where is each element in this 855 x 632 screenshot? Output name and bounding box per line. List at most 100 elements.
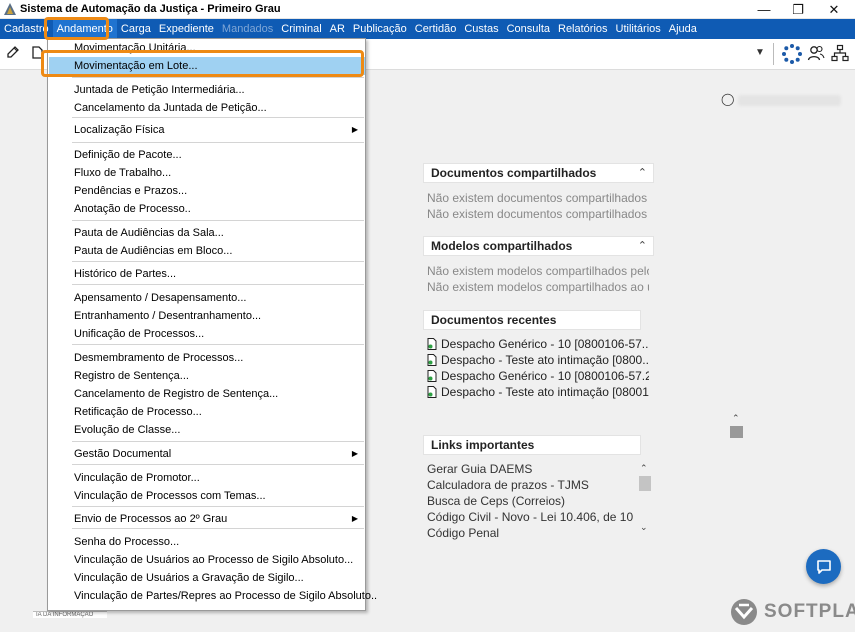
menu-item-label: Cancelamento de Registro de Sentença... bbox=[74, 388, 279, 400]
menu-separator bbox=[72, 528, 364, 529]
menu-item-pauta-de-audi-ncias-da-sala[interactable]: Pauta de Audiências da Sala... bbox=[49, 224, 365, 242]
recent-documents-header[interactable]: Documentos recentes bbox=[423, 310, 641, 330]
menu-item-expediente[interactable]: Expediente bbox=[155, 19, 218, 39]
menu-item-movimenta-o-em-lote[interactable]: Movimentação em Lote... bbox=[49, 57, 365, 75]
user-icon: ◯ bbox=[721, 92, 735, 106]
menu-item-localiza-o-f-sica[interactable]: Localização Física ▶ bbox=[49, 121, 365, 139]
menu-item-retifica-o-de-processo[interactable]: Retificação de Processo... bbox=[49, 403, 365, 421]
menu-item-vincula-o-de-promotor[interactable]: Vinculação de Promotor... bbox=[49, 469, 365, 487]
menu-item-anota-o-de-processo[interactable]: Anotação de Processo.. bbox=[49, 200, 365, 218]
menu-item-label: Movimentação em Lote... bbox=[74, 60, 198, 72]
maximize-icon[interactable]: ❐ bbox=[780, 0, 816, 19]
shared-model-item: Não existem modelos compartilhados ao u bbox=[427, 280, 649, 294]
menu-item-label: Senha do Processo... bbox=[74, 536, 180, 548]
menu-item-cadastro[interactable]: Cadastro bbox=[0, 19, 53, 39]
scroll-up-icon[interactable]: ⌃ bbox=[640, 463, 648, 474]
menu-item-custas[interactable]: Custas bbox=[460, 19, 502, 39]
menu-item-label: Juntada de Petição Intermediária... bbox=[74, 84, 245, 96]
users-icon[interactable] bbox=[807, 44, 825, 62]
menu-item-hist-rico-de-partes[interactable]: Histórico de Partes... bbox=[49, 265, 365, 283]
menu-item-entranhamento-desentranhamento[interactable]: Entranhamento / Desentranhamento... bbox=[49, 307, 365, 325]
menu-item-certid-o[interactable]: Certidão bbox=[411, 19, 461, 39]
menu-item-pauta-de-audi-ncias-em-bloco[interactable]: Pauta de Audiências em Bloco... bbox=[49, 242, 365, 260]
minimize-icon[interactable]: — bbox=[746, 0, 782, 19]
shared-documents-header[interactable]: Documentos compartilhados ⌃ bbox=[423, 163, 654, 183]
recent-document-item[interactable]: Despacho Genérico - 10 [0800106-57.... bbox=[427, 337, 649, 351]
andamento-menu: Movimentação Unitária... Movimentação em … bbox=[47, 38, 377, 611]
menu-item-relat-rios[interactable]: Relatórios bbox=[554, 19, 612, 39]
recent-document-item[interactable]: Despacho Genérico - 10 [0800106-57.202 bbox=[427, 369, 649, 383]
menu-item-movimenta-o-unit-ria[interactable]: Movimentação Unitária... bbox=[49, 39, 365, 57]
recent-document-item[interactable]: Despacho - Teste ato intimação [0800... bbox=[427, 353, 649, 367]
recent-documents-title: Documentos recentes bbox=[431, 313, 557, 327]
chevron-up-icon[interactable]: ⌃ bbox=[638, 164, 647, 182]
scroll-down-icon[interactable]: ⌄ bbox=[640, 522, 648, 533]
menu-item-gest-o-documental[interactable]: Gestão Documental ▶ bbox=[49, 445, 365, 463]
document-icon[interactable] bbox=[30, 45, 45, 60]
shared-models-header[interactable]: Modelos compartilhados ⌃ bbox=[423, 236, 654, 256]
user-name-blurred bbox=[738, 95, 841, 106]
scrollbar-thumb[interactable] bbox=[639, 476, 651, 491]
menu-item-ajuda[interactable]: Ajuda bbox=[665, 19, 701, 39]
network-icon[interactable] bbox=[831, 44, 849, 62]
menu-separator bbox=[72, 117, 364, 118]
close-icon[interactable]: ✕ bbox=[816, 0, 852, 19]
link-item[interactable]: Código Penal bbox=[427, 526, 633, 540]
menu-item-registro-de-senten-a[interactable]: Registro de Sentença... bbox=[49, 367, 365, 385]
menu-item-unifica-o-de-processos[interactable]: Unificação de Processos... bbox=[49, 325, 365, 343]
chat-button[interactable] bbox=[806, 549, 841, 584]
chat-icon bbox=[816, 559, 831, 574]
menu-item-ar[interactable]: AR bbox=[326, 19, 349, 39]
menu-item-label: Vinculação de Processos com Temas... bbox=[74, 490, 266, 502]
menu-item-utilit-rios[interactable]: Utilitários bbox=[612, 19, 665, 39]
recent-document-label: Despacho Genérico - 10 [0800106-57.... bbox=[441, 337, 649, 351]
link-item[interactable]: Busca de Ceps (Correios) bbox=[427, 494, 633, 508]
menu-item-label: Movimentação Unitária... bbox=[74, 42, 196, 54]
shared-document-item: Não existem documentos compartilhados ..… bbox=[427, 207, 649, 221]
menu-item-vincula-o-de-partes-repres-ao-processo-de-sigilo-absoluto[interactable]: Vinculação de Partes/Repres ao Processo … bbox=[49, 587, 377, 605]
recent-document-item[interactable]: Despacho - Teste ato intimação [080010.. bbox=[427, 385, 649, 399]
menu-item-vincula-o-de-processos-com-temas[interactable]: Vinculação de Processos com Temas... bbox=[49, 487, 365, 505]
menu-item-label: Desmembramento de Processos... bbox=[74, 352, 244, 364]
loading-icon[interactable] bbox=[781, 43, 803, 65]
menu-item-carga[interactable]: Carga bbox=[117, 19, 155, 39]
link-item[interactable]: Calculadora de prazos - TJMS bbox=[427, 478, 633, 492]
menu-item-andamento[interactable]: Andamento bbox=[52, 19, 117, 39]
menu-item-defini-o-de-pacote[interactable]: Definição de Pacote... bbox=[49, 146, 365, 164]
important-links-title: Links importantes bbox=[431, 438, 535, 452]
link-item[interactable]: Gerar Guia DAEMS bbox=[427, 462, 633, 476]
shared-documents-title: Documentos compartilhados bbox=[431, 166, 597, 180]
menu-separator bbox=[72, 506, 364, 507]
menu-item-senha-do-processo[interactable]: Senha do Processo... bbox=[49, 533, 365, 551]
menu-item-fluxo-de-trabalho[interactable]: Fluxo de Trabalho... bbox=[49, 164, 365, 182]
menu-separator bbox=[72, 261, 364, 262]
menu-item-apensamento-desapensamento[interactable]: Apensamento / Desapensamento... bbox=[49, 289, 365, 307]
menu-item-juntada-de-peti-o-intermedi-ria[interactable]: Juntada de Petição Intermediária... bbox=[49, 81, 365, 99]
scrollbar-thumb[interactable] bbox=[730, 426, 743, 438]
menu-item-desmembramento-de-processos[interactable]: Desmembramento de Processos... bbox=[49, 349, 365, 367]
scroll-up-icon[interactable]: ⌃ bbox=[732, 413, 740, 424]
menu-item-criminal[interactable]: Criminal bbox=[277, 19, 325, 39]
shared-document-item: Não existem documentos compartilhados ..… bbox=[427, 191, 649, 205]
edit-icon[interactable] bbox=[5, 45, 20, 60]
menu-item-label: Envio de Processos ao 2º Grau bbox=[74, 513, 228, 525]
menu-item-label: Pendências e Prazos... bbox=[74, 185, 188, 197]
link-item[interactable]: Código Civil - Novo - Lei 10.406, de 10/… bbox=[427, 510, 633, 524]
menu-separator bbox=[72, 464, 364, 465]
document-icon bbox=[427, 370, 437, 382]
menu-item-cancelamento-da-juntada-de-peti-o[interactable]: Cancelamento da Juntada de Petição... bbox=[49, 99, 365, 117]
menu-item-label: Evolução de Classe... bbox=[74, 424, 181, 436]
menu-item-consulta[interactable]: Consulta bbox=[503, 19, 554, 39]
menu-item-evolu-o-de-classe[interactable]: Evolução de Classe... bbox=[49, 421, 365, 439]
menu-item-pend-ncias-e-prazos[interactable]: Pendências e Prazos... bbox=[49, 182, 365, 200]
menu-item-vincula-o-de-usu-rios-a-grava-o-de-sigilo[interactable]: Vinculação de Usuários a Gravação de Sig… bbox=[49, 569, 365, 587]
menu-separator bbox=[72, 142, 364, 143]
important-links-header[interactable]: Links importantes bbox=[423, 435, 641, 455]
chevron-up-icon[interactable]: ⌃ bbox=[638, 237, 647, 255]
filter-icon[interactable]: ▼ bbox=[755, 47, 765, 58]
menu-item-cancelamento-de-registro-de-senten-a[interactable]: Cancelamento de Registro de Sentença... bbox=[49, 385, 365, 403]
menu-bar: Cadastro Andamento Carga Expediente Mandados… bbox=[0, 19, 855, 39]
menu-item-envio-de-processos-ao-2-grau[interactable]: Envio de Processos ao 2º Grau ▶ bbox=[49, 510, 365, 528]
menu-item-vincula-o-de-usu-rios-ao-processo-de-sigilo-absoluto[interactable]: Vinculação de Usuários ao Processo de Si… bbox=[49, 551, 365, 569]
menu-item-publica-o[interactable]: Publicação bbox=[349, 19, 411, 39]
